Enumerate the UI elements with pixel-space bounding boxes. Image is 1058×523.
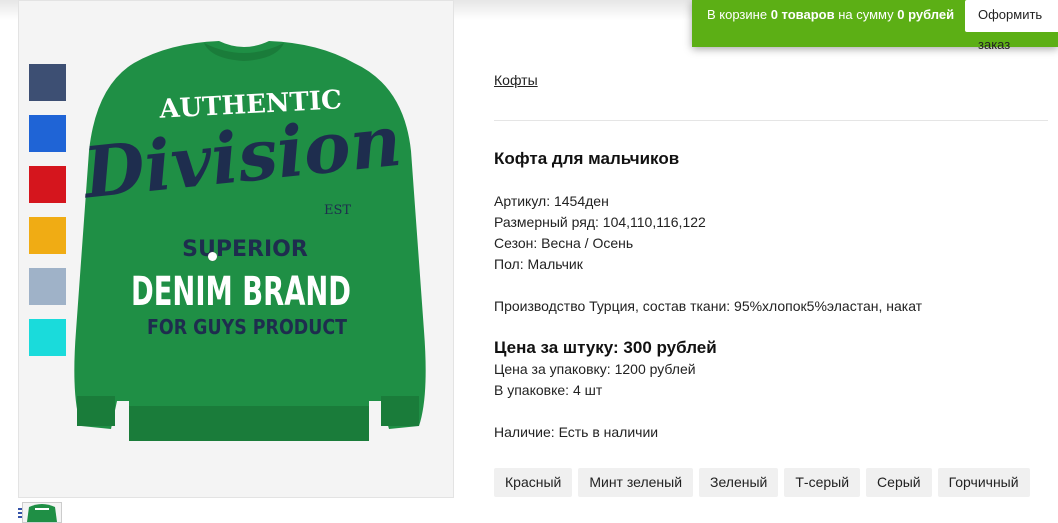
color-option-button[interactable]: Горчичный bbox=[937, 468, 1030, 497]
print-denim: DENIM BRAND bbox=[131, 269, 351, 315]
print-est: EST bbox=[324, 203, 351, 218]
color-swatch[interactable] bbox=[29, 115, 66, 152]
product-image: AUTHENTIC Division EST SUPERIOR DENIM BR… bbox=[74, 41, 426, 441]
cursor-indicator bbox=[208, 252, 217, 261]
cart-sum: 0 рублей bbox=[897, 7, 955, 22]
print-superior: SUPERIOR bbox=[182, 237, 308, 262]
divider bbox=[494, 120, 1048, 121]
print-for-guys: FOR GUYS PRODUCT bbox=[147, 315, 347, 339]
color-option-button[interactable]: Зеленый bbox=[699, 468, 779, 497]
color-swatch[interactable] bbox=[29, 319, 66, 356]
color-swatch[interactable] bbox=[29, 166, 66, 203]
thumbnail-image[interactable] bbox=[22, 502, 62, 523]
cart-summary: В корзине 0 товаров на сумму 0 рублей bbox=[707, 0, 954, 30]
product-sizes: Размерный ряд: 104,110,116,122 bbox=[494, 214, 706, 230]
color-swatch[interactable] bbox=[29, 217, 66, 254]
checkout-button[interactable]: Оформить заказ bbox=[965, 0, 1058, 52]
product-article: Артикул: 1454ден bbox=[494, 193, 609, 209]
color-option-button[interactable]: Минт зеленый bbox=[578, 468, 694, 497]
color-option-button[interactable]: Красный bbox=[494, 468, 573, 497]
cart-prefix: В корзине bbox=[707, 7, 768, 22]
price-per-pack: Цена за упаковку: 1200 рублей bbox=[494, 361, 696, 377]
cart-middle: на сумму bbox=[838, 7, 894, 22]
price-per-piece: Цена за штуку: 300 рублей bbox=[494, 338, 717, 357]
product-gender: Пол: Мальчик bbox=[494, 256, 583, 272]
color-option-button[interactable]: Серый bbox=[866, 468, 932, 497]
color-swatch[interactable] bbox=[29, 64, 66, 101]
product-image-panel[interactable]: AUTHENTIC Division EST SUPERIOR DENIM BR… bbox=[18, 0, 454, 498]
pack-quantity: В упаковке: 4 шт bbox=[494, 382, 603, 398]
color-swatch[interactable] bbox=[29, 268, 66, 305]
cart-count: 0 товаров bbox=[770, 7, 835, 22]
product-title: Кофта для мальчиков bbox=[494, 149, 680, 168]
cart-bar: В корзине 0 товаров на сумму 0 рублей Оф… bbox=[692, 0, 1058, 52]
breadcrumb-link[interactable]: Кофты bbox=[494, 72, 538, 88]
product-season: Сезон: Весна / Осень bbox=[494, 235, 634, 251]
color-swatches bbox=[29, 64, 66, 370]
color-options: Красный Минт зеленый Зеленый Т-серый Серый Го… bbox=[494, 468, 1030, 497]
availability: Наличие: Есть в наличии bbox=[494, 424, 659, 440]
color-option-button[interactable]: Т-серый bbox=[784, 468, 861, 497]
product-composition: Производство Турция, состав ткани: 95%хл… bbox=[494, 298, 923, 314]
